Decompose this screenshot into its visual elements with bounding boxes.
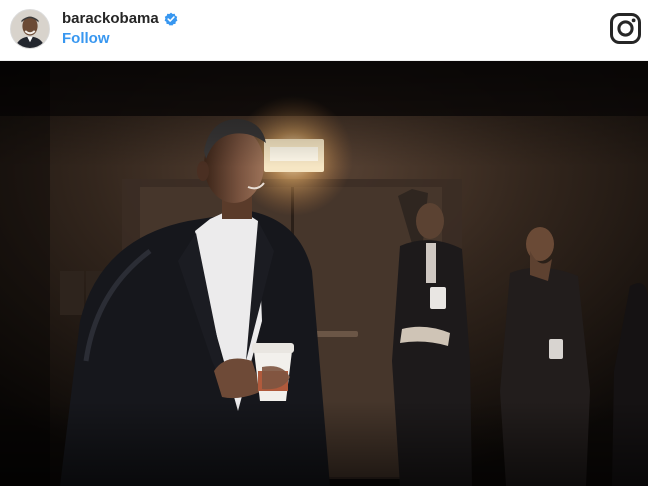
verified-badge-icon <box>164 12 178 26</box>
instagram-embed: barackobama Follow <box>0 0 648 486</box>
post-header: barackobama Follow <box>0 0 648 61</box>
follow-button[interactable]: Follow <box>62 30 110 48</box>
username[interactable]: barackobama <box>62 10 159 28</box>
post-photo[interactable] <box>0 61 648 486</box>
avatar[interactable] <box>10 9 50 49</box>
instagram-logo-icon[interactable] <box>609 12 642 45</box>
